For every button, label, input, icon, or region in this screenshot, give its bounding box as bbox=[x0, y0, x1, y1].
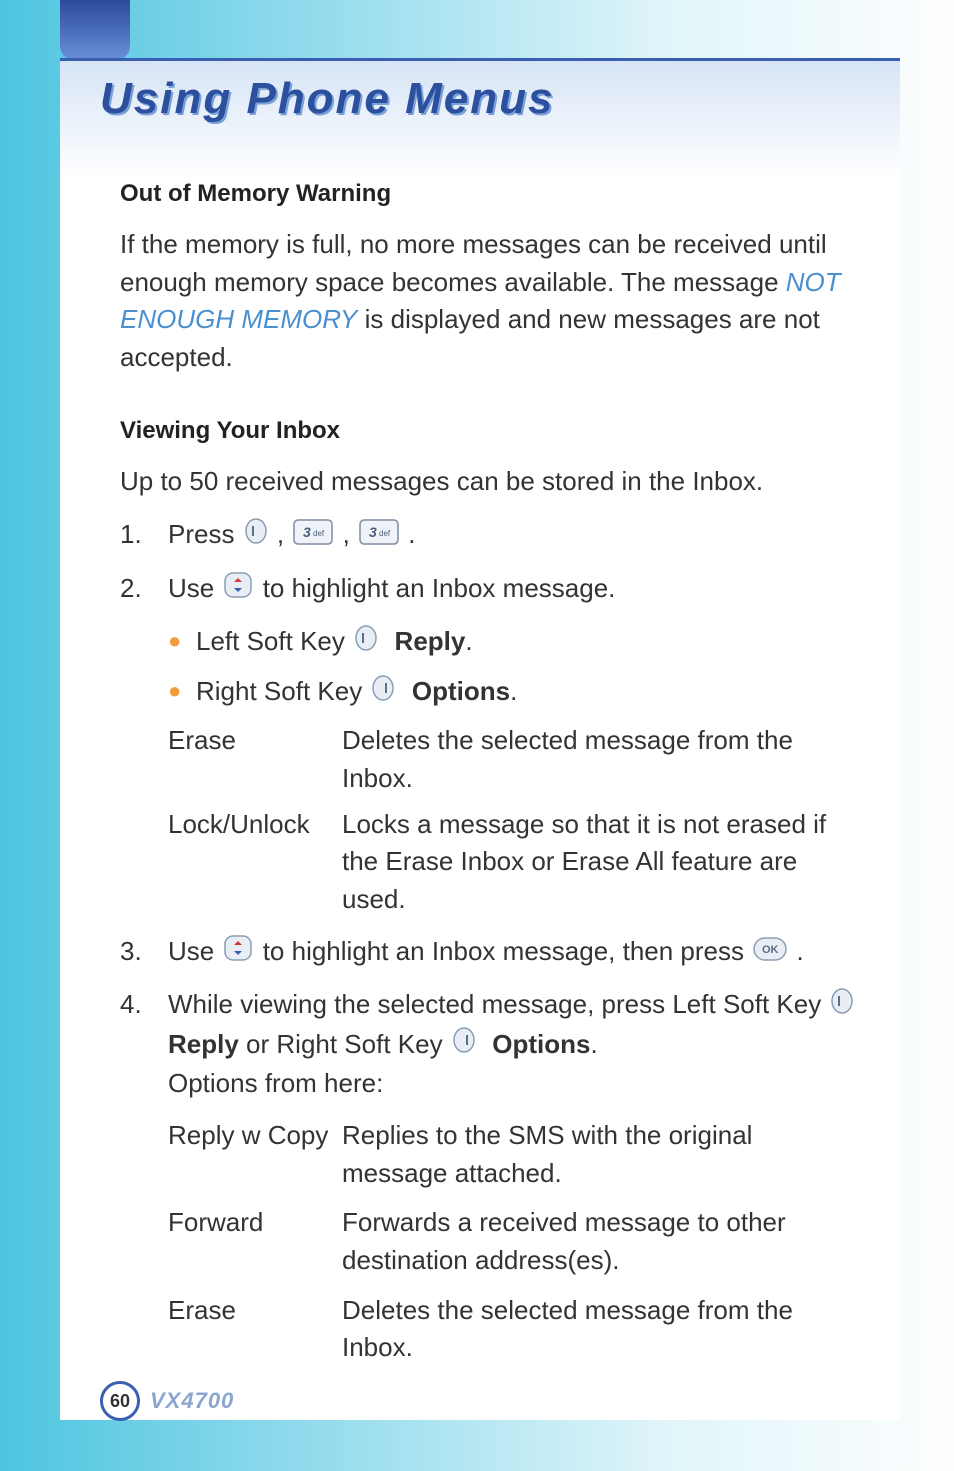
options-from-here: Options from here: bbox=[168, 1068, 383, 1098]
bullet-body: Left Soft Key Reply. bbox=[196, 623, 473, 662]
ok-key-icon: OK bbox=[753, 934, 787, 972]
definition: Replies to the SMS with the original mes… bbox=[342, 1117, 860, 1192]
options-label: Options bbox=[492, 1029, 590, 1059]
step-1: 1. Press , 3def , 3def . bbox=[120, 516, 860, 555]
up-down-nav-icon bbox=[223, 934, 253, 973]
page-title: Using Phone Menus Using Phone Menus bbox=[100, 74, 554, 124]
definition: Locks a message so that it is not erased… bbox=[342, 806, 860, 919]
right-softkey-bullet: ● Right Soft Key Options. bbox=[120, 673, 860, 712]
step-body: Use to highlight an Inbox message. bbox=[168, 570, 860, 609]
term: Erase bbox=[168, 722, 342, 760]
text: . bbox=[796, 936, 803, 966]
page-number: 60 bbox=[100, 1381, 140, 1421]
text: Use bbox=[168, 573, 221, 603]
right-softkey-icon bbox=[452, 1026, 476, 1065]
term: Forward bbox=[168, 1204, 342, 1242]
lock-unlock-definition: Lock/Unlock Locks a message so that it i… bbox=[120, 806, 860, 919]
step-3: 3. Use to highlight an Inbox message, th… bbox=[120, 933, 860, 972]
reply-label: Reply bbox=[395, 626, 466, 656]
step-number: 2. bbox=[120, 570, 168, 608]
text: to highlight an Inbox message. bbox=[263, 573, 616, 603]
inbox-intro: Up to 50 received messages can be stored… bbox=[120, 463, 860, 501]
step-2: 2. Use to highlight an Inbox message. bbox=[120, 570, 860, 609]
term: Lock/Unlock bbox=[168, 806, 342, 844]
step-body: Use to highlight an Inbox message, then … bbox=[168, 933, 860, 972]
left-softkey-icon bbox=[830, 987, 854, 1026]
text: . bbox=[510, 676, 517, 706]
step-number: 1. bbox=[120, 516, 168, 554]
text: . bbox=[408, 519, 415, 549]
erase-definition-2: Erase Deletes the selected message from … bbox=[120, 1292, 860, 1367]
reply-w-copy-definition: Reply w Copy Replies to the SMS with the… bbox=[120, 1117, 860, 1192]
text: or Right Soft Key bbox=[246, 1029, 450, 1059]
page-footer: 60 VX4700 bbox=[100, 1381, 234, 1421]
definition: Deletes the selected message from the In… bbox=[342, 1292, 860, 1367]
erase-definition: Erase Deletes the selected message from … bbox=[120, 722, 860, 797]
header-tab bbox=[60, 0, 130, 60]
svg-text:def: def bbox=[379, 529, 391, 538]
step-body: While viewing the selected message, pres… bbox=[168, 986, 860, 1103]
left-softkey-icon bbox=[354, 624, 378, 663]
svg-text:3: 3 bbox=[369, 524, 377, 540]
text: . bbox=[590, 1029, 597, 1059]
term: Erase bbox=[168, 1292, 342, 1330]
text: . bbox=[465, 626, 472, 656]
term: Reply w Copy bbox=[168, 1117, 342, 1155]
step-4: 4. While viewing the selected message, p… bbox=[120, 986, 860, 1103]
left-softkey-bullet: ● Left Soft Key Reply. bbox=[120, 623, 860, 662]
section-heading-memory: Out of Memory Warning bbox=[120, 180, 860, 208]
bullet-icon: ● bbox=[168, 673, 196, 708]
text: , bbox=[343, 519, 357, 549]
para-text-pre: If the memory is full, no more messages … bbox=[120, 229, 827, 297]
options-label: Options bbox=[412, 676, 510, 706]
reply-label: Reply bbox=[168, 1029, 239, 1059]
step-number: 4. bbox=[120, 986, 168, 1024]
svg-text:3: 3 bbox=[303, 524, 311, 540]
text: Use bbox=[168, 936, 221, 966]
bullet-body: Right Soft Key Options. bbox=[196, 673, 517, 712]
model-label: VX4700 bbox=[150, 1388, 234, 1414]
definition: Forwards a received message to other des… bbox=[342, 1204, 860, 1279]
memory-warning-paragraph: If the memory is full, no more messages … bbox=[120, 226, 860, 377]
text: Right Soft Key bbox=[196, 676, 369, 706]
bullet-icon: ● bbox=[168, 623, 196, 658]
definition: Deletes the selected message from the In… bbox=[342, 722, 860, 797]
left-softkey-icon bbox=[244, 517, 268, 556]
step-body: Press , 3def , 3def . bbox=[168, 516, 860, 555]
svg-text:OK: OK bbox=[762, 944, 779, 956]
step-number: 3. bbox=[120, 933, 168, 971]
section-heading-inbox: Viewing Your Inbox bbox=[120, 417, 860, 445]
text: , bbox=[277, 519, 291, 549]
forward-definition: Forward Forwards a received message to o… bbox=[120, 1204, 860, 1279]
steps-list: 1. Press , 3def , 3def . 2. bbox=[120, 516, 860, 1367]
text: Left Soft Key bbox=[196, 626, 352, 656]
up-down-nav-icon bbox=[223, 571, 253, 610]
page-content: Out of Memory Warning If the memory is f… bbox=[120, 180, 860, 1375]
text: While viewing the selected message, pres… bbox=[168, 989, 828, 1019]
keypad-3-icon: 3def bbox=[293, 518, 333, 556]
right-softkey-icon bbox=[371, 674, 395, 713]
keypad-3-icon: 3def bbox=[359, 518, 399, 556]
svg-text:def: def bbox=[313, 529, 325, 538]
text: to highlight an Inbox message, then pres… bbox=[263, 936, 752, 966]
text: Press bbox=[168, 519, 242, 549]
